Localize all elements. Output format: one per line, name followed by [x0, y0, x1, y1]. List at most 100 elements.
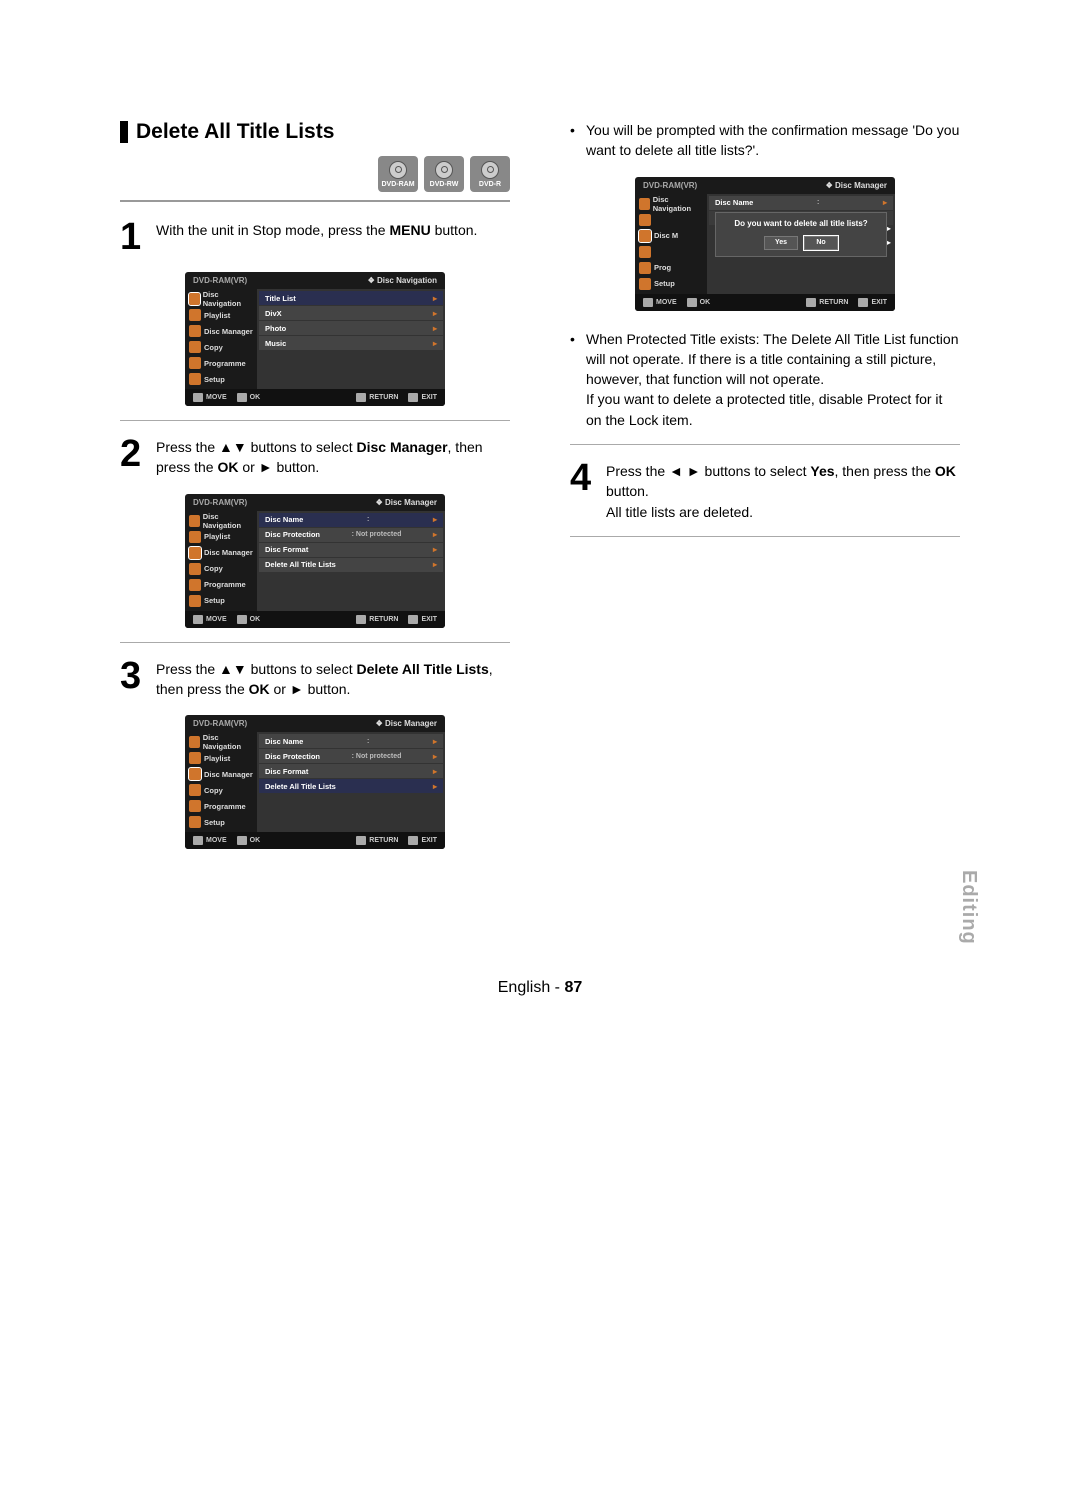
osd-row[interactable]: Disc Name:▸ [259, 734, 443, 748]
osd-main: Disc Name:▸ Disc Protection: Not protect… [707, 194, 895, 294]
sidebar-item[interactable]: Disc Navigation [185, 513, 257, 529]
disc-type-badges: DVD-RAM DVD-RW DVD-R [120, 156, 510, 192]
disc-badge-dvdram: DVD-RAM [378, 156, 418, 192]
copy-icon [189, 341, 201, 353]
osd-sidebar: Disc Navigation Disc M Prog Setup [635, 194, 707, 294]
osd-screen-confirm-dialog: DVD-RAM(VR) ❖ Disc Manager Disc Navigati… [635, 177, 895, 311]
section-heading: Delete All Title Lists [136, 120, 334, 144]
osd-screen-delete-selected: DVD-RAM(VR) ❖ Disc Manager Disc Navigati… [185, 715, 445, 849]
confirm-dialog: Do you want to delete all title lists? Y… [715, 212, 887, 257]
page-footer: English - 87 [120, 979, 960, 997]
osd-footer: MOVE OK RETURN EXIT [185, 832, 445, 849]
exit-icon [408, 393, 418, 402]
section-tab-label: Editing [957, 870, 980, 945]
osd-row[interactable]: DivX▸ [259, 306, 443, 320]
note-text: When Protected Title exists: The Delete … [586, 329, 960, 430]
section-title: Delete All Title Lists [120, 120, 510, 144]
osd-row[interactable]: Disc Protection: Not protected▸ [259, 749, 443, 763]
chevron-right-icon: ▸ [433, 294, 437, 303]
bullet-icon: • [570, 120, 580, 161]
osd-sidebar: Disc Navigation Playlist Disc Manager Co… [185, 289, 257, 389]
sidebar-item[interactable]: Prog [635, 260, 707, 276]
sidebar-item[interactable]: Playlist [185, 307, 257, 323]
divider [120, 420, 510, 421]
chevron-right-icon: ▸ [433, 324, 437, 333]
step-1: 1 With the unit in Stop mode, press the … [120, 218, 510, 256]
sidebar-item[interactable]: Disc Navigation [185, 291, 257, 307]
osd-row[interactable]: Title List▸ [259, 291, 443, 305]
osd-row[interactable]: Disc Format▸ [259, 543, 443, 557]
osd-screen-discmanager: DVD-RAM(VR) ❖ Disc Manager Disc Navigati… [185, 494, 445, 628]
sidebar-item[interactable]: Setup [185, 371, 257, 387]
chevron-right-icon: ▸ [887, 224, 891, 233]
sidebar-item[interactable]: Copy [185, 339, 257, 355]
disc-badge-dvdrw: DVD-RW [424, 156, 464, 192]
bullet-icon: • [570, 329, 580, 430]
step-number: 4 [570, 459, 596, 497]
sidebar-item[interactable]: Playlist [185, 529, 257, 545]
programme-icon [189, 357, 201, 369]
divider [570, 536, 960, 537]
osd-row[interactable]: Photo▸ [259, 321, 443, 335]
dialog-question: Do you want to delete all title lists? [722, 219, 880, 228]
chevron-right-icon: ▸ [433, 339, 437, 348]
osd-row[interactable]: Delete All Title Lists▸ [259, 558, 443, 572]
step-number: 3 [120, 657, 146, 695]
sidebar-item[interactable]: Playlist [185, 750, 257, 766]
sidebar-item[interactable]: Disc Navigation [185, 734, 257, 750]
sidebar-item[interactable]: Disc Manager [185, 545, 257, 561]
sidebar-item[interactable]: Setup [185, 593, 257, 609]
note-text: You will be prompted with the confirmati… [586, 120, 960, 161]
sidebar-item[interactable]: Setup [185, 814, 257, 830]
osd-row[interactable]: Disc Name:▸ [259, 513, 443, 527]
osd-main: Title List▸ DivX▸ Photo▸ Music▸ [257, 289, 445, 389]
osd-footer: MOVE OK RETURN EXIT [635, 294, 895, 311]
move-icon [193, 393, 203, 402]
left-column: Delete All Title Lists DVD-RAM DVD-RW DV… [120, 120, 510, 849]
sidebar-item[interactable]: Programme [185, 577, 257, 593]
osd-row[interactable]: Disc Format▸ [259, 764, 443, 778]
sidebar-item[interactable] [635, 212, 707, 228]
chevron-right-icon: ▸ [433, 515, 437, 524]
sidebar-item[interactable]: Setup [635, 276, 707, 292]
osd-row[interactable]: Delete All Title Lists▸ [259, 779, 443, 793]
title-bar-icon [120, 121, 128, 143]
osd-footer: MOVE OK RETURN EXIT [185, 611, 445, 628]
osd-main: Disc Name:▸ Disc Protection: Not protect… [257, 511, 445, 611]
osd-main: Disc Name:▸ Disc Protection: Not protect… [257, 732, 445, 832]
sidebar-item[interactable]: Copy [185, 561, 257, 577]
right-column: • You will be prompted with the confirma… [570, 120, 960, 849]
osd-row[interactable]: Disc Name:▸ [709, 196, 893, 210]
osd-row[interactable]: Disc Protection: Not protected▸ [259, 528, 443, 542]
step-text: Press the ▲▼ buttons to select Delete Al… [156, 657, 510, 700]
page-number: 87 [564, 979, 582, 996]
sidebar-item[interactable]: Programme [185, 355, 257, 371]
sidebar-item[interactable]: Disc Navigation [635, 196, 707, 212]
discmgr-icon [189, 325, 201, 337]
step-number: 1 [120, 218, 146, 256]
sidebar-item[interactable]: Copy [185, 782, 257, 798]
step-number: 2 [120, 435, 146, 473]
osd-row[interactable]: Music▸ [259, 336, 443, 350]
sidebar-item[interactable]: Disc Manager [185, 323, 257, 339]
chevron-right-icon: ▸ [887, 238, 891, 247]
step-4: 4 Press the ◄ ► buttons to select Yes, t… [570, 459, 960, 522]
osd-screen-navigation: DVD-RAM(VR) ❖ Disc Navigation Disc Navig… [185, 272, 445, 406]
osd-title: ❖ Disc Navigation [368, 276, 437, 285]
playlist-icon [189, 309, 201, 321]
setup-icon [189, 373, 201, 385]
sidebar-item[interactable]: Disc M [635, 228, 707, 244]
step-text: Press the ▲▼ buttons to select Disc Mana… [156, 435, 510, 478]
nav-icon [189, 293, 200, 305]
sidebar-item[interactable]: Programme [185, 798, 257, 814]
page-language: English [498, 979, 550, 996]
sidebar-item[interactable]: Disc Manager [185, 766, 257, 782]
disc-badge-dvdr: DVD-R [470, 156, 510, 192]
step-3: 3 Press the ▲▼ buttons to select Delete … [120, 657, 510, 700]
step-text: With the unit in Stop mode, press the ME… [156, 218, 477, 240]
step-text: Press the ◄ ► buttons to select Yes, the… [606, 459, 960, 522]
sidebar-item[interactable] [635, 244, 707, 260]
yes-button[interactable]: Yes [764, 236, 798, 250]
no-button[interactable]: No [804, 236, 838, 250]
return-icon [356, 393, 366, 402]
